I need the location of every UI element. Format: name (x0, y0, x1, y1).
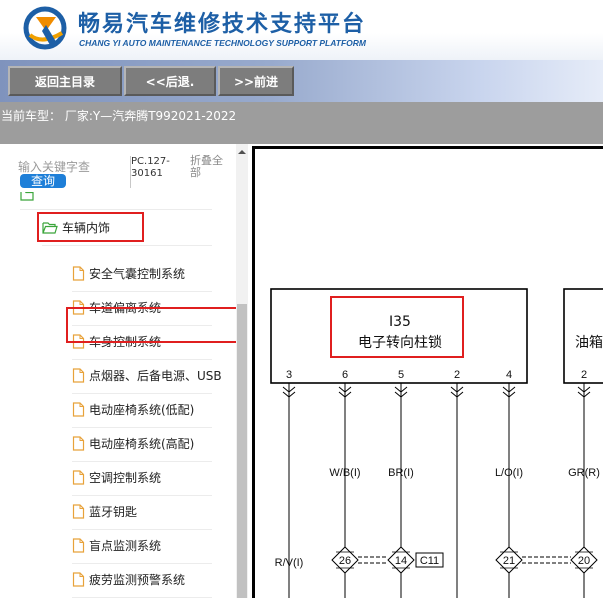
tree-item[interactable]: 电动座椅系统(高配) (72, 427, 194, 460)
component-name: 电子转向柱锁 (358, 335, 442, 351)
connector-number: 20 (578, 555, 590, 567)
pin-label: 2 (581, 369, 587, 381)
current-vehicle-label: 当前车型： 厂家:Y—汽奔腾T992021-2022 (1, 109, 237, 123)
brand-subtitle: CHANG YI AUTO MAINTENANCE TECHNOLOGY SUP… (79, 38, 366, 48)
tree-item-label: 空调控制系统 (89, 471, 162, 485)
app-window: 畅易汽车维修技术支持平台 CHANG YI AUTO MAINTENANCE T… (0, 0, 603, 598)
home-button[interactable]: 返回主目录 (8, 66, 122, 96)
file-icon (72, 368, 85, 383)
wiring-diagram: I35 电子转向柱锁 油箱 3 6 5 2 4 2 W/B(I) BR(I) L… (252, 146, 603, 598)
tree-item-label: 车身控制系统 (89, 335, 162, 349)
tree-folder-label: 车辆内饰 (62, 221, 111, 235)
forward-button[interactable]: >>前进 (218, 66, 294, 96)
file-icon (72, 436, 85, 451)
file-icon (72, 572, 85, 587)
tree-item-label: 疲劳监测预警系统 (89, 573, 186, 587)
wire-label: BR(I) (388, 467, 414, 479)
tree-separator (20, 209, 212, 210)
tree-item[interactable]: 疲劳监测预警系统 (72, 563, 185, 596)
tree-item-label: 电动座椅系统(高配) (89, 437, 195, 451)
tree-item[interactable]: 蓝牙钥匙 (72, 495, 137, 528)
file-icon (72, 402, 85, 417)
tree-item[interactable]: 点烟器、后备电源、USB (72, 359, 222, 392)
tree-item-label: 盲点监测系统 (89, 539, 162, 553)
cy-logo-icon (23, 6, 67, 50)
pin-label: 6 (342, 369, 348, 381)
wire-label: GR(R) (568, 467, 600, 479)
search-input-wrap (18, 156, 126, 177)
tree-item[interactable]: 盲点监测系统 (72, 529, 161, 562)
file-icon (72, 504, 85, 519)
tree-item-label: 安全气囊控制系统 (89, 267, 186, 281)
wire-label: W/B(I) (329, 467, 360, 479)
file-icon (72, 334, 85, 349)
sidebar-scroll-thumb[interactable] (237, 304, 247, 598)
wire-label: L/O(I) (495, 467, 523, 479)
open-folder-icon (42, 222, 58, 234)
file-icon (72, 470, 85, 485)
connector-tag: C11 (420, 555, 439, 567)
file-icon (72, 300, 85, 315)
brand-title: 畅易汽车维修技术支持平台 (78, 12, 367, 37)
connector-number: 26 (339, 555, 351, 567)
collapse-all-button[interactable]: 折叠全部 (190, 155, 228, 183)
tree: 车辆内饰 安全气囊控制系统 车道偏离系统 车身控制系统点烟器、后备电源、USB 电动座… (0, 192, 236, 598)
header: 畅易汽车维修技术支持平台 CHANG YI AUTO MAINTENANCE T… (0, 0, 603, 60)
tree-item-label: 电动座椅系统(低配) (89, 403, 195, 417)
file-icon (72, 266, 85, 281)
connector-number: 21 (503, 555, 515, 567)
tree-item[interactable]: 空调控制系统 (72, 461, 161, 494)
tree-item-label: 蓝牙钥匙 (89, 505, 138, 519)
sidebar: 查询 PC.127-30161 折叠全部 车辆内饰 安全气囊控 (0, 144, 248, 598)
tree-item[interactable]: 电动座椅系统(低配) (72, 393, 194, 426)
wire-label: R/V(I) (275, 557, 304, 569)
tree-item-label: 点烟器、后备电源、USB (89, 369, 222, 383)
next-component-name: 油箱 (575, 335, 603, 351)
component-id: I35 (389, 314, 411, 330)
pin-label: 3 (286, 369, 292, 381)
tree-item[interactable]: 安全气囊控制系统 (72, 257, 185, 290)
scroll-up-arrow-icon[interactable] (236, 147, 248, 157)
connector-number: 14 (395, 555, 407, 567)
back-button[interactable]: <<后退. (124, 66, 216, 96)
file-icon (72, 538, 85, 553)
tree-item-label: 车道偏离系统 (89, 301, 162, 315)
tree-item[interactable]: 车道偏离系统 (72, 291, 161, 324)
folder-icon (20, 192, 34, 201)
tree-separator (42, 245, 212, 246)
pin-label: 4 (506, 369, 512, 381)
tree-folder-vehicle-interior[interactable]: 车辆内饰 (42, 211, 110, 244)
tree-item[interactable]: 车身控制系统 (72, 325, 161, 358)
search-button[interactable]: 查询 (20, 174, 66, 188)
wiring-diagram-svg: I35 电子转向柱锁 油箱 3 6 5 2 4 2 W/B(I) BR(I) L… (270, 288, 603, 598)
toolbar: 返回主目录 <<后退. >>前进 (0, 60, 603, 102)
pc-code: PC.127-30161 (131, 156, 170, 179)
vehicle-bar: 当前车型： 厂家:Y—汽奔腾T992021-2022 (0, 102, 603, 144)
pin-label: 5 (398, 369, 404, 381)
pin-label: 2 (454, 369, 460, 381)
